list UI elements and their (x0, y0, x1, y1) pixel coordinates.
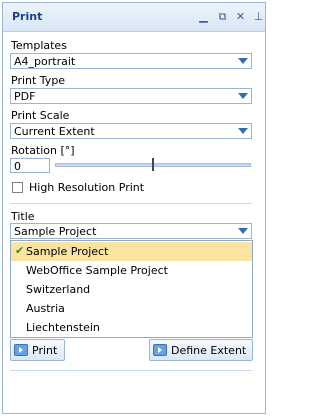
high-res-checkbox[interactable] (12, 182, 23, 193)
templates-label: Templates (11, 39, 67, 52)
print-scale-label: Print Scale (11, 109, 70, 122)
print-type-select[interactable]: PDF (10, 88, 252, 104)
templates-value: A4_portrait (14, 55, 76, 68)
title-dropdown-list: ✔ Sample Project WebOffice Sample Projec… (10, 240, 253, 338)
dropdown-option[interactable]: Liechtenstein (11, 318, 252, 337)
rotation-value: 0 (14, 160, 21, 173)
print-type-label: Print Type (11, 74, 66, 87)
divider (10, 203, 252, 204)
restore-icon[interactable]: ⧉ (216, 10, 229, 23)
title-select[interactable]: Sample Project (10, 223, 252, 239)
window-title: Print (12, 10, 43, 23)
title-value: Sample Project (14, 225, 97, 238)
close-icon[interactable]: ✕ (234, 10, 247, 23)
dropdown-option[interactable]: ✔ Sample Project (11, 242, 252, 261)
chevron-down-icon[interactable] (238, 58, 248, 64)
pin-icon[interactable]: ⊥ (252, 10, 265, 23)
rotation-label: Rotation [°] (11, 144, 75, 157)
print-scale-select[interactable]: Current Extent (10, 123, 252, 139)
high-res-label: High Resolution Print (29, 181, 145, 194)
chevron-down-icon[interactable] (238, 228, 248, 234)
chevron-down-icon[interactable] (238, 93, 248, 99)
checkmark-icon: ✔ (15, 244, 25, 257)
define-extent-button[interactable]: Define Extent (149, 339, 253, 361)
rotation-input[interactable]: 0 (10, 158, 50, 173)
rotation-slider-thumb[interactable] (152, 158, 154, 171)
print-button[interactable]: Print (10, 339, 65, 361)
dropdown-option[interactable]: Switzerland (11, 280, 252, 299)
templates-select[interactable]: A4_portrait (10, 53, 252, 69)
title-label: Title (11, 210, 35, 223)
title-bar: Print ▁ ⧉ ✕ ⊥ (3, 3, 265, 32)
define-extent-icon (153, 344, 167, 356)
minimize-icon[interactable]: ▁ (197, 10, 210, 23)
dropdown-option[interactable]: WebOffice Sample Project (11, 261, 252, 280)
print-icon (14, 344, 28, 356)
print-panel: Print ▁ ⧉ ✕ ⊥ Templates A4_portrait Prin… (2, 2, 266, 414)
print-scale-value: Current Extent (14, 125, 95, 138)
print-type-value: PDF (14, 90, 36, 103)
divider (10, 370, 252, 371)
dropdown-option[interactable]: Austria (11, 299, 252, 318)
chevron-down-icon[interactable] (238, 128, 248, 134)
